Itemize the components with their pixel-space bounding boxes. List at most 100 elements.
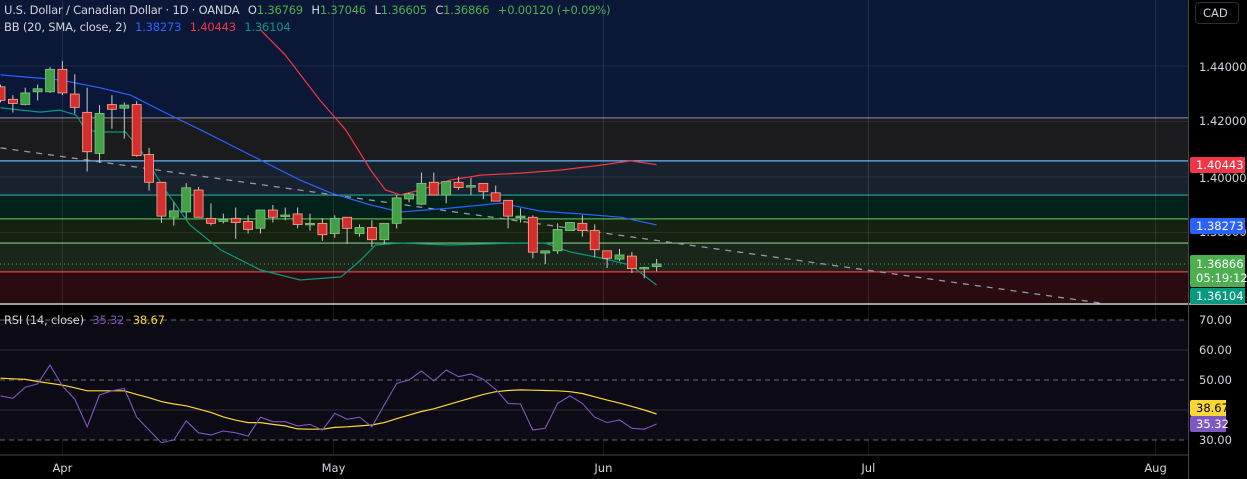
candle-body-down [107,104,117,110]
candle-body-up [181,187,192,213]
candle-body-up [32,88,43,93]
candle-body-down [453,181,464,188]
candle-body-up [614,254,625,260]
candle [193,186,204,218]
candle-body-up [404,193,414,200]
ohlc-close: C1.36866 [435,3,490,17]
rsi-badge: 35.32 [1190,416,1229,432]
bb-legend[interactable]: BB (20, SMA, close, 2) 1.38273 1.40443 1… [4,20,295,34]
zone-fill [0,271,1188,303]
rsi-tick: 50.00 [1199,373,1232,387]
candle-body-up [218,219,229,222]
candle-body-down [57,68,68,94]
candle-body-up [540,250,551,254]
price-tick: 1.42000 [1199,114,1247,128]
rsi-legend[interactable]: RSI (14, close) 35.32 38.67 [4,313,170,327]
rsi-pane [0,319,1188,444]
candle-body-down [0,86,6,101]
candle-body-down [69,93,80,108]
candle-body-down [7,98,18,104]
ohlc-low: L1.36605 [374,3,427,17]
candle-body-up [391,197,402,224]
candle-body-up [255,209,266,229]
zone-fill [0,117,1188,161]
time-tick-aug: Aug [1144,461,1167,475]
candle-body-down [267,209,278,218]
ohlc-open: O1.36769 [247,3,303,17]
candle-body-down [156,181,167,217]
candle [565,222,575,231]
candle-body-down [82,111,93,153]
price-zones [0,0,1188,303]
candle-body-down [589,230,600,251]
candle-body-up [565,222,575,231]
candle-body-down [193,189,204,218]
candle-body-up [280,214,291,217]
candle-body-down [527,216,538,253]
candle-body-up [416,182,427,205]
rsi-value: 35.32 [92,313,125,327]
rsi-tick: 30.00 [1199,433,1232,447]
time-tick-jun: Jun [594,461,613,475]
candle-body-down [577,222,588,231]
rsi-tick: 60.00 [1199,343,1232,357]
candle-body-up [168,210,179,218]
currency-button[interactable]: CAD [1195,2,1239,24]
candle-body-down [490,192,501,202]
bb-upper-value: 1.40443 [189,20,236,34]
bar-countdown: 05:19:12 [1196,271,1247,285]
candle [391,195,402,229]
candle [131,101,142,157]
chart-canvas[interactable] [0,0,1247,479]
candle-body-up [379,222,390,241]
candle-body-up [639,267,650,270]
candle-body-down [503,199,513,217]
rsi-tick: 70.00 [1199,313,1232,327]
candle-body-up [552,229,563,252]
candle-body-up [45,68,55,93]
candle-body-up [20,92,31,105]
last-price: 1.36866 [1196,257,1244,271]
bb-lower-value: 1.36104 [244,20,291,34]
candle-body-down [428,181,439,196]
bb-label: BB (20, SMA, close, 2) [4,20,127,34]
candle-body-up [119,104,130,109]
bb-lower-badge: 1.36104 [1190,288,1245,304]
candle-body-up [441,181,452,196]
candle [527,215,538,259]
candle-body-down [144,154,154,183]
time-tick-apr: Apr [52,461,73,475]
candle-body-up [305,222,315,226]
candle [0,84,6,103]
candle-body-down [243,220,254,230]
candle-body-down [230,217,241,223]
price-tick: 1.40000 [1199,171,1247,185]
candle-body-up [354,227,365,235]
rsi-label: RSI (14, close) [4,313,84,327]
candle-body-down [626,255,637,269]
candle-body-up [94,113,105,154]
candle-body-down [478,182,489,193]
ohlc-high: H1.37046 [311,3,366,17]
candle-body-up [515,215,526,219]
price-tick: 1.44000 [1199,60,1247,74]
bb-upper-badge: 1.40443 [1190,157,1245,173]
candle-body-down [131,104,142,157]
candle-body-down [317,222,328,236]
zone-fill [0,0,1188,118]
rsi-ma-badge: 38.67 [1190,400,1229,416]
candle-body-down [206,217,216,224]
rsi-ma-value: 38.67 [132,313,165,327]
symbol-title: U.S. Dollar / Canadian Dollar · 1D · OAN… [4,3,240,17]
bb-basis-value: 1.38273 [135,20,182,34]
symbol-legend: U.S. Dollar / Canadian Dollar · 1D · OAN… [4,3,615,17]
candle [45,67,55,93]
time-tick-jul: Jul [861,461,876,475]
bb-basis-badge: 1.38273 [1190,218,1245,234]
price-change: +0.00120 (+0.09%) [497,3,611,17]
candle-body-down [602,250,613,259]
candle-body-up [329,217,340,235]
candle-body-up [466,185,476,188]
candle-body-down [366,227,377,241]
candle-body-down [292,213,303,225]
